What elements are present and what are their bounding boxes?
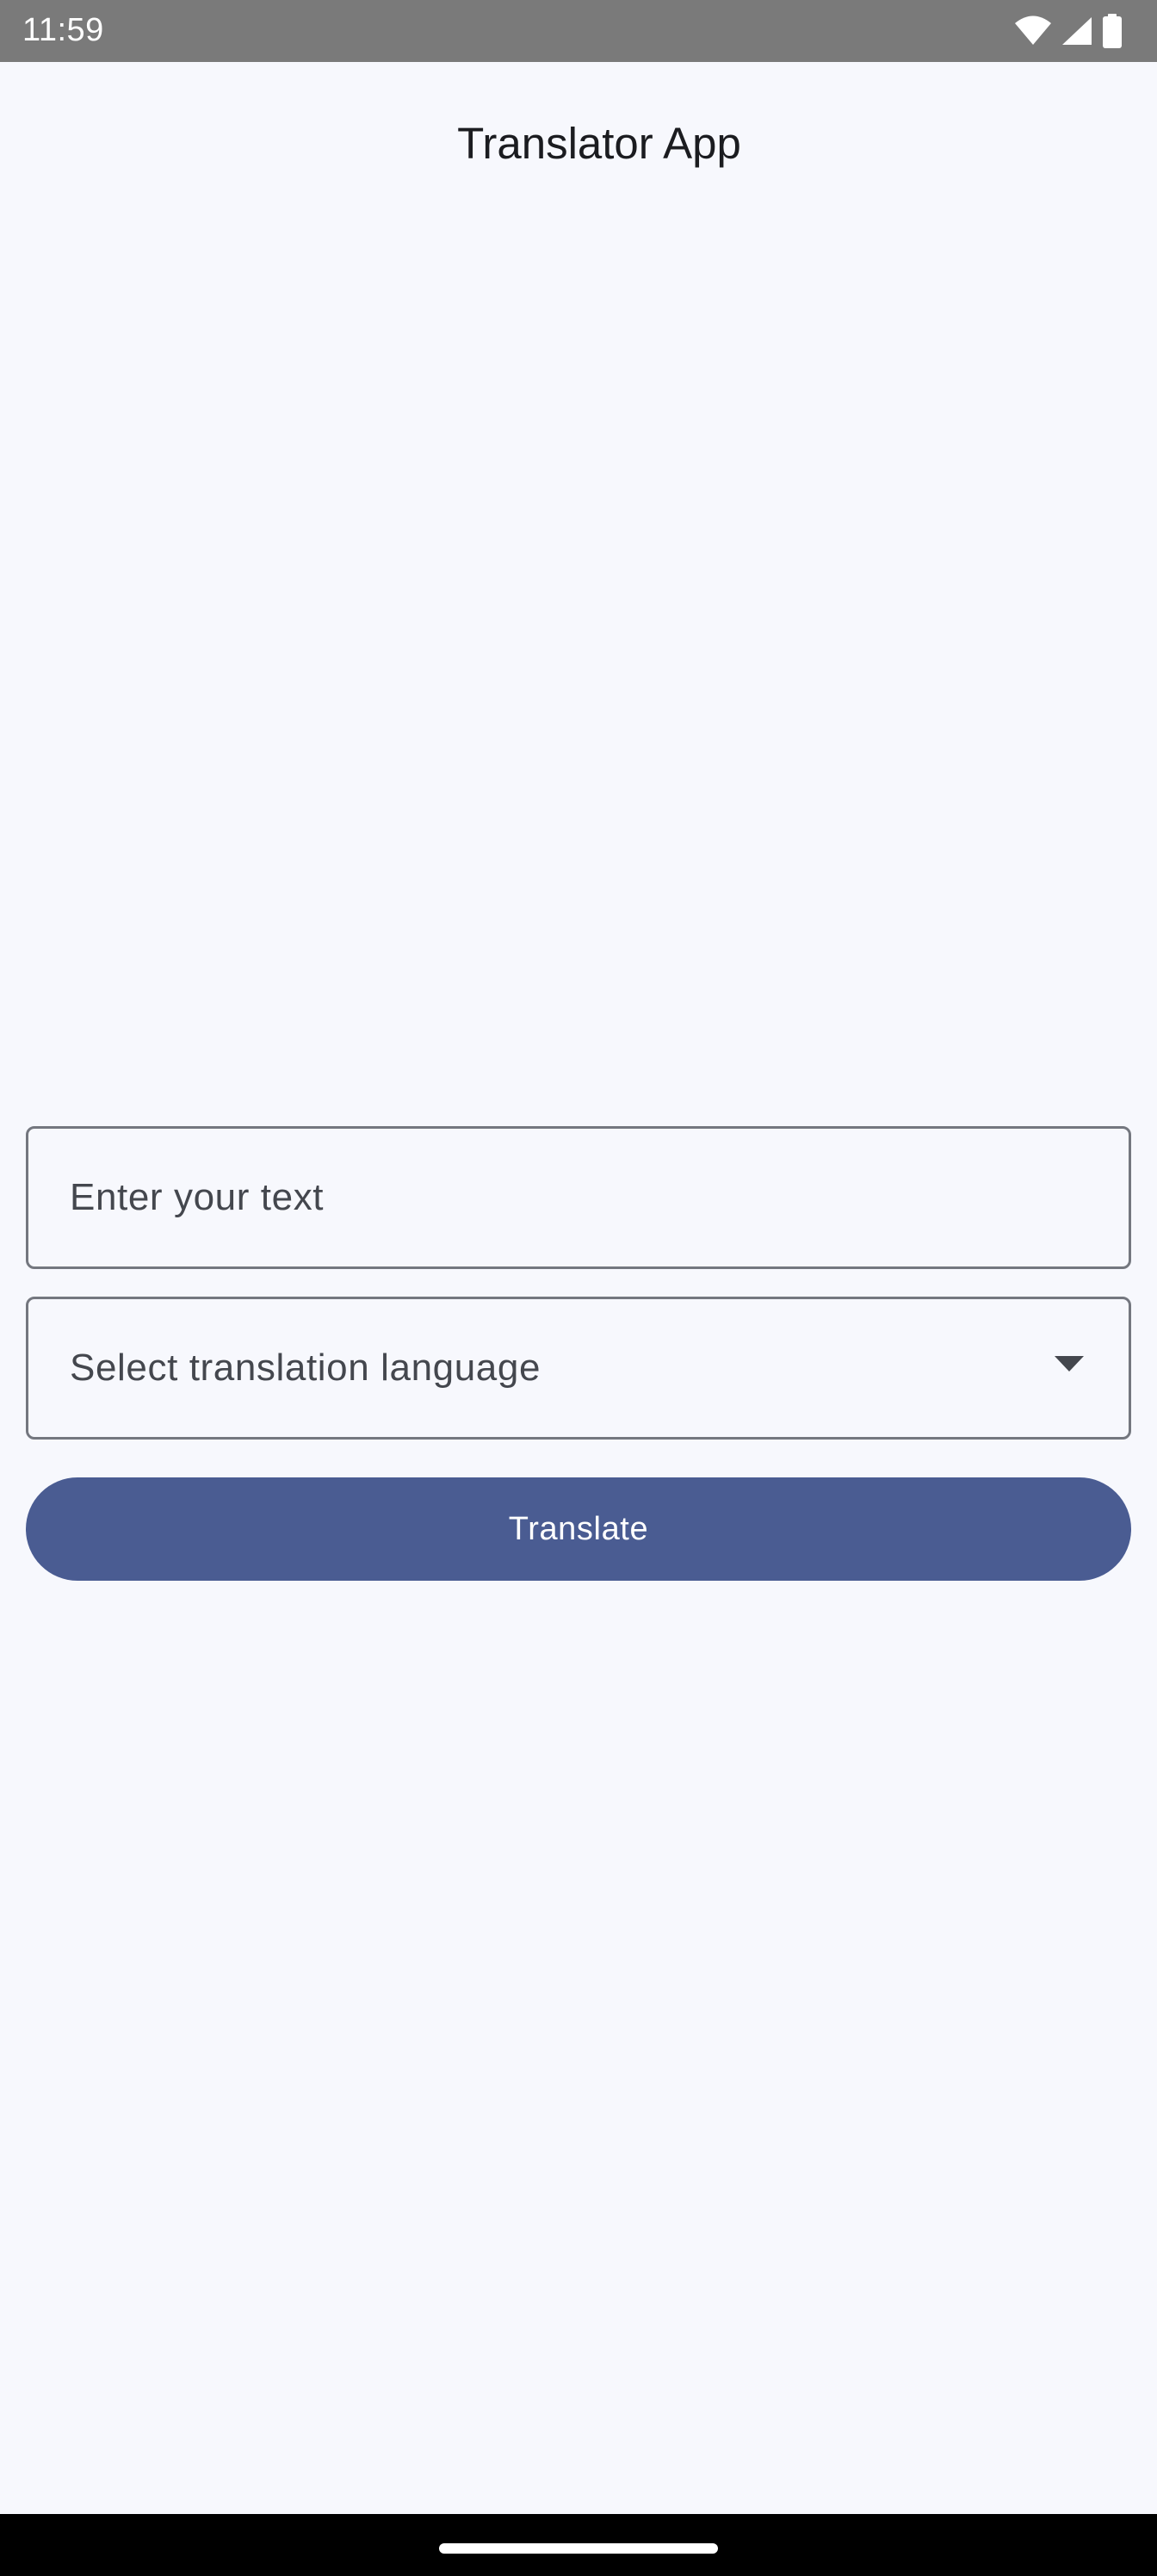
- battery-icon: [1102, 14, 1123, 48]
- translator-screen: 11:59 Translator App Enter your text Sel…: [0, 0, 1157, 2576]
- language-dropdown[interactable]: Select translation language: [26, 1297, 1131, 1440]
- wifi-icon: [1014, 15, 1052, 46]
- text-input-placeholder: Enter your text: [70, 1176, 325, 1218]
- app-title: Translator App: [457, 119, 741, 168]
- dropdown-arrow-icon[interactable]: [1055, 1356, 1084, 1373]
- cellular-signal-icon: [1061, 15, 1093, 46]
- translate-button[interactable]: Translate: [26, 1477, 1131, 1581]
- status-time: 11:59: [22, 12, 104, 48]
- home-indicator[interactable]: [439, 2543, 718, 2554]
- status-bar: 11:59: [0, 0, 1157, 62]
- status-icons: [1014, 14, 1123, 48]
- text-input-field[interactable]: Enter your text: [26, 1126, 1131, 1269]
- translate-button-label: Translate: [508, 1510, 649, 1547]
- language-dropdown-placeholder: Select translation language: [70, 1347, 541, 1389]
- navigation-bar: [0, 2514, 1157, 2576]
